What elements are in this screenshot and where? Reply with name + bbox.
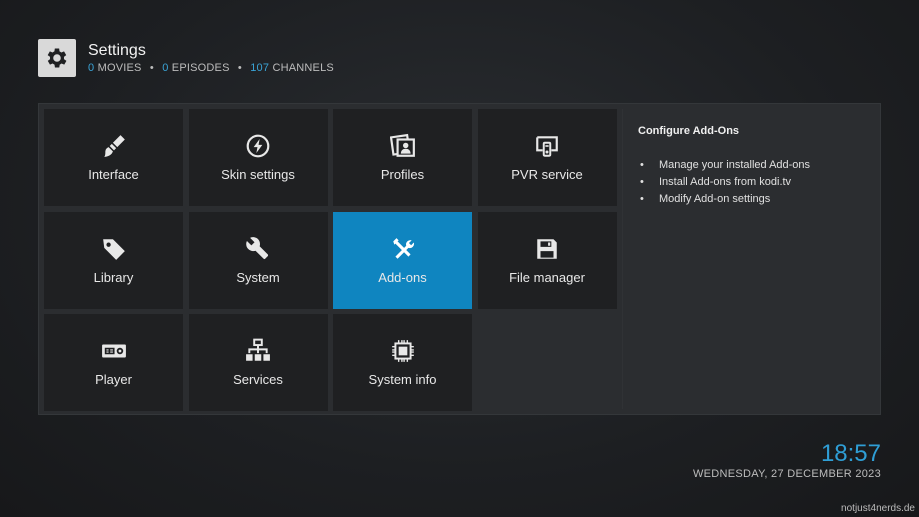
tile-label: Interface	[88, 167, 139, 182]
hammer-wrench-icon	[390, 236, 416, 262]
pvr-tv-icon	[534, 133, 560, 159]
stats-separator: •	[237, 62, 242, 74]
header: Settings 0 MOVIES • 0 EPISODES • 107 CHA…	[38, 39, 334, 77]
tile-label: PVR service	[511, 167, 583, 182]
tile-pvr-service[interactable]: PVR service	[477, 109, 617, 206]
clock: 18:57 WEDNESDAY, 27 DECEMBER 2023	[692, 440, 881, 481]
tile-system-info[interactable]: System info	[333, 314, 472, 411]
list-item: Install Add-ons from kodi.tv	[638, 174, 873, 191]
settings-grid: Interface Skin settings Profiles PVR ser…	[44, 109, 617, 411]
channels-label: CHANNELS	[272, 62, 334, 74]
clock-time: 18:57	[820, 440, 881, 467]
tile-label: Player	[95, 372, 132, 387]
tile-player[interactable]: Player	[44, 314, 183, 411]
stats-separator: •	[149, 62, 154, 74]
info-list: Manage your installed Add-ons Install Ad…	[638, 157, 873, 208]
floppy-disk-icon	[534, 236, 560, 262]
tile-skin-settings[interactable]: Skin settings	[188, 109, 328, 206]
tile-label: Library	[93, 269, 134, 285]
tile-services[interactable]: Services	[188, 314, 328, 411]
tag-icon	[101, 236, 127, 262]
tile-label: Skin settings	[221, 167, 295, 182]
page-title: Settings	[88, 42, 146, 59]
tile-library[interactable]: Library	[44, 211, 183, 309]
movies-count: 0	[88, 62, 95, 74]
list-item: Modify Add-on settings	[638, 191, 873, 208]
gear-icon	[38, 39, 76, 77]
paintbrush-icon	[101, 133, 127, 159]
tile-file-manager[interactable]: File manager	[477, 211, 617, 309]
tile-label: File manager	[509, 269, 585, 285]
tile-add-ons[interactable]: Add-ons	[333, 211, 472, 309]
lightning-circle-icon	[245, 133, 271, 159]
tile-label: Add-ons	[378, 269, 427, 285]
info-panel: Configure Add-Ons Manage your installed …	[622, 109, 873, 409]
movies-label: MOVIES	[97, 62, 142, 74]
clock-date: WEDNESDAY, 27 DECEMBER 2023	[692, 468, 881, 480]
tile-profiles[interactable]: Profiles	[333, 109, 472, 206]
watermark: notjust4nerds.de	[841, 503, 915, 514]
tile-label: System info	[368, 372, 437, 387]
list-item: Manage your installed Add-ons	[638, 157, 873, 174]
library-stats: 0 MOVIES • 0 EPISODES • 107 CHANNELS	[88, 62, 334, 74]
episodes-label: EPISODES	[171, 62, 230, 74]
wrench-icon	[245, 236, 271, 262]
tile-label: Services	[233, 372, 283, 387]
settings-panel: Interface Skin settings Profiles PVR ser…	[38, 103, 881, 415]
episodes-count: 0	[162, 62, 169, 74]
network-tree-icon	[245, 338, 271, 364]
channels-count: 107	[250, 62, 270, 74]
profile-frames-icon	[389, 133, 416, 159]
tile-interface[interactable]: Interface	[44, 109, 183, 206]
info-title: Configure Add-Ons	[638, 125, 740, 137]
cpu-chip-icon	[390, 338, 416, 364]
tile-system[interactable]: System	[188, 211, 328, 309]
media-player-icon	[101, 338, 127, 364]
tile-label: System	[236, 269, 280, 285]
tile-label: Profiles	[380, 167, 425, 182]
